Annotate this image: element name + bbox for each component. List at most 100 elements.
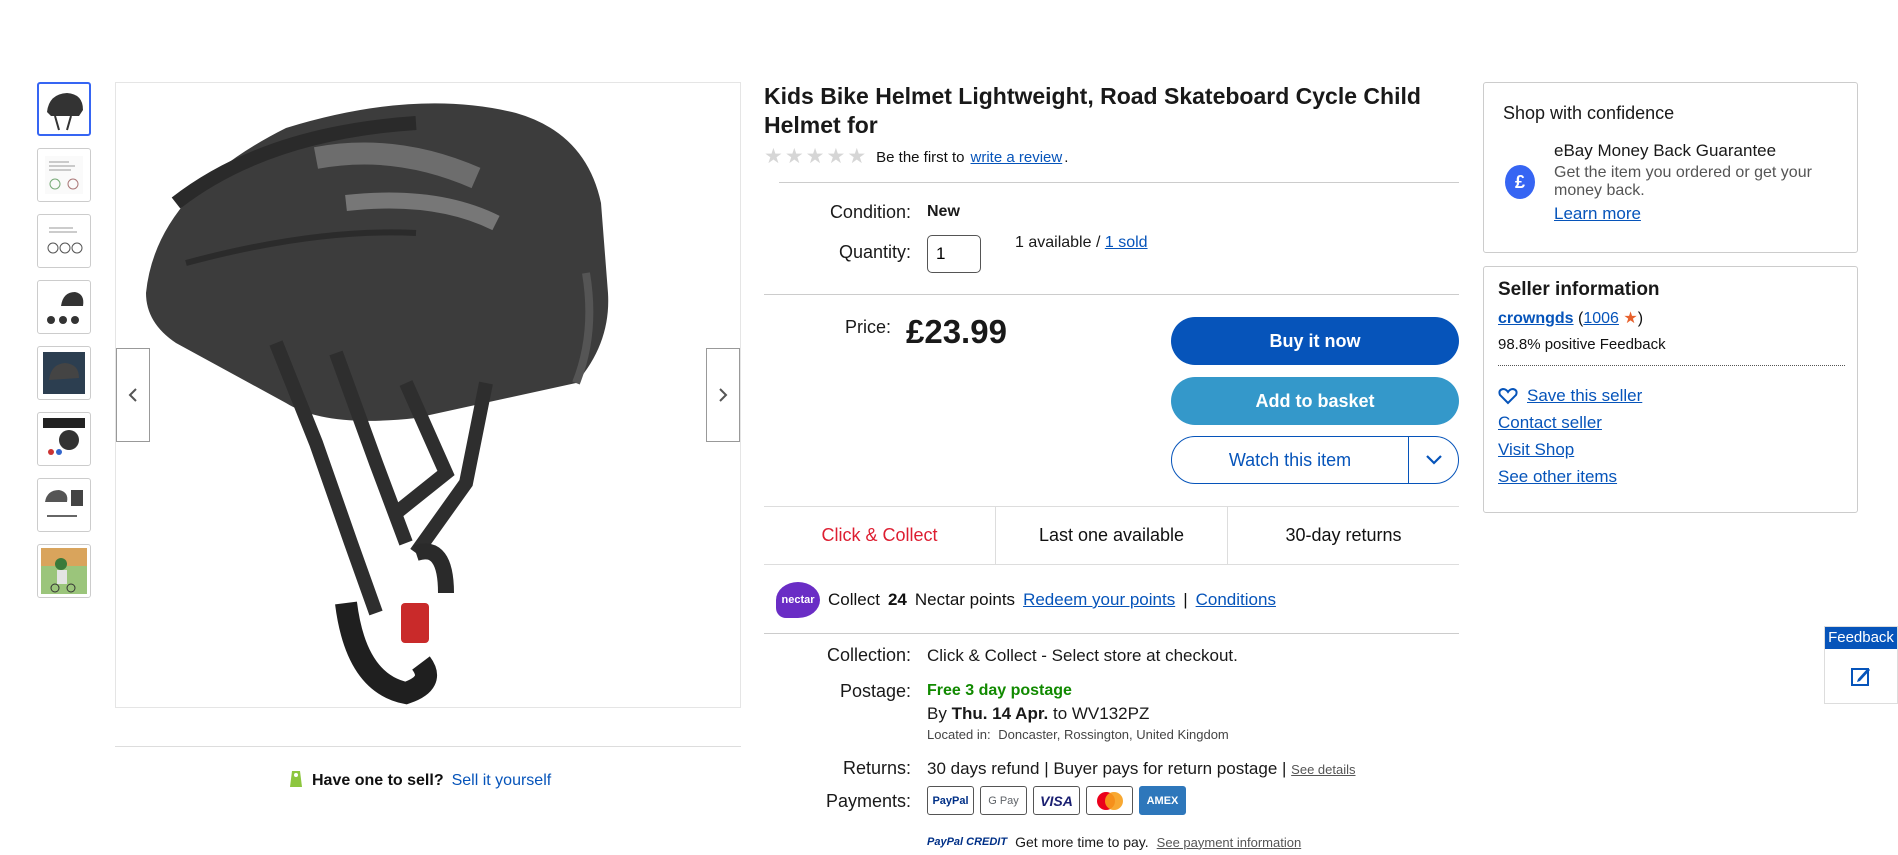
thumbnail[interactable] <box>37 346 91 400</box>
condition-label: Condition: <box>829 202 911 222</box>
feedback-label: Feedback <box>1825 627 1897 649</box>
divider <box>764 633 1459 634</box>
delivery-date: Thu. 14 Apr. <box>951 704 1049 723</box>
page-title: Kids Bike Helmet Lightweight, Road Skate… <box>764 83 1421 138</box>
save-seller-link[interactable]: Save this seller <box>1527 386 1642 406</box>
price-tag-icon <box>288 767 304 794</box>
star-icon: ★ <box>784 145 804 168</box>
review-prefix: Be the first to <box>876 148 965 166</box>
badge-click-collect: Click & Collect <box>764 507 996 564</box>
paypal-credit-logo: PayPal CREDIT <box>927 836 1008 848</box>
price-label: Price: <box>844 317 891 337</box>
star-icon: ★ <box>764 145 783 168</box>
delivery-estimate: By Thu. 14 Apr. to WV132PZ <box>927 704 1149 724</box>
visit-shop-link[interactable]: Visit Shop <box>1498 440 1642 460</box>
main-product-image[interactable] <box>115 82 741 708</box>
review-suffix: . <box>1064 148 1069 166</box>
seller-info-panel: Seller information crowngds (1006 ★) 98.… <box>1483 266 1858 513</box>
rating-row: ★ ★ ★ ★ ★ Be the first to write a review… <box>764 145 1069 168</box>
learn-more-link[interactable]: Learn more <box>1554 204 1641 224</box>
divider <box>1498 365 1845 366</box>
nectar-row: nectar Collect 24 Nectar points Redeem y… <box>776 582 1276 618</box>
thumbnail[interactable] <box>37 412 91 466</box>
nectar-points-suffix: Nectar points <box>914 590 1016 609</box>
next-image-button[interactable] <box>706 348 740 442</box>
feedback-tab[interactable]: Feedback <box>1824 626 1898 704</box>
write-review-link[interactable]: write a review <box>971 149 1063 166</box>
postage-free: Free 3 day postage <box>927 682 1072 699</box>
badge-returns: 30-day returns <box>1285 525 1402 545</box>
see-payment-information-link[interactable]: See payment information <box>1157 835 1302 850</box>
save-seller-row[interactable]: Save this seller <box>1498 386 1642 406</box>
sell-it-yourself-link[interactable]: Sell it yourself <box>452 772 552 790</box>
postage-label: Postage: <box>839 681 911 701</box>
star-icon: ★ <box>826 145 846 168</box>
paypal-icon: PayPal <box>927 786 974 815</box>
thumbnail-strip <box>37 82 93 610</box>
chevron-down-icon <box>1425 455 1442 465</box>
add-to-basket-button[interactable]: Add to basket <box>1171 377 1459 425</box>
thumbnail[interactable] <box>37 478 91 532</box>
watch-options-dropdown[interactable] <box>1409 455 1458 465</box>
divider <box>779 182 1459 183</box>
payment-methods: PayPal G Pay VISA AMEX <box>927 786 1186 815</box>
watch-item-button[interactable]: Watch this item <box>1171 436 1459 484</box>
available-text: 1 available / <box>1015 234 1101 251</box>
nectar-logo: nectar <box>776 582 820 618</box>
collection-label: Collection: <box>826 645 911 665</box>
payments-label: Payments: <box>825 791 911 811</box>
star-icon: ★ <box>847 145 867 168</box>
thumbnail[interactable] <box>37 214 91 268</box>
sell-prompt-text: Have one to sell? <box>312 771 444 789</box>
thumbnail[interactable] <box>37 544 91 598</box>
feedback-body <box>1825 649 1897 703</box>
nectar-points: 24 <box>887 590 907 609</box>
positive-feedback: 98.8% positive Feedback <box>1498 336 1666 353</box>
buy-it-now-button[interactable]: Buy it now <box>1171 317 1459 365</box>
edit-icon <box>1851 668 1870 686</box>
seller-name-row: crowngds (1006 ★) <box>1498 310 1644 327</box>
collection-value: Click & Collect - Select store at checko… <box>927 646 1238 665</box>
delivery-to: to WV132PZ <box>1052 704 1150 723</box>
thumbnail[interactable] <box>37 280 91 334</box>
contact-seller-link[interactable]: Contact seller <box>1498 413 1642 433</box>
seller-heading: Seller information <box>1498 279 1660 300</box>
paypal-credit-row: PayPal CREDIT Get more time to pay. See … <box>927 834 1301 850</box>
confidence-heading: Shop with confidence <box>1503 103 1675 123</box>
highlight-badges: Click & Collect Last one available 30-da… <box>764 506 1459 565</box>
price-value: £23.99 <box>906 313 1007 350</box>
previous-image-button[interactable] <box>116 348 150 442</box>
watch-item-label: Watch this item <box>1228 449 1352 470</box>
seller-links: Save this seller Contact seller Visit Sh… <box>1498 386 1642 494</box>
divider <box>115 746 741 747</box>
badge-last-one: Last one available <box>996 507 1228 564</box>
seller-feedback-link[interactable]: 1006 <box>1583 310 1619 327</box>
availability: 1 available / 1 sold <box>1015 234 1148 252</box>
quantity-input[interactable] <box>927 235 981 273</box>
located-label: Located in: <box>927 727 991 742</box>
thumbnail[interactable] <box>37 82 91 136</box>
separator: | <box>1183 590 1188 609</box>
google-pay-icon: G Pay <box>980 786 1027 815</box>
redeem-points-link[interactable]: Redeem your points <box>1023 590 1175 610</box>
returns-info: 30 days refund | Buyer pays for return p… <box>927 759 1356 779</box>
thumbnail[interactable] <box>37 148 91 202</box>
see-other-items-link[interactable]: See other items <box>1498 467 1642 487</box>
item-location: Located in: Doncaster, Rossington, Unite… <box>927 727 1229 742</box>
located-value: Doncaster, Rossington, United Kingdom <box>998 727 1229 742</box>
shield-icon: £ <box>1505 165 1535 199</box>
nectar-conditions-link[interactable]: Conditions <box>1196 590 1276 610</box>
seller-name-link[interactable]: crowngds <box>1498 310 1574 327</box>
see-details-link[interactable]: See details <box>1291 762 1355 777</box>
returns-value: 30 days refund | Buyer pays for return p… <box>927 759 1287 778</box>
heart-icon <box>1498 387 1518 405</box>
star-icon: ★ <box>805 145 825 168</box>
star-icon: ★ <box>1623 310 1638 327</box>
guarantee-block: eBay Money Back Guarantee Get the item y… <box>1554 141 1844 224</box>
sell-prompt: Have one to sell? Sell it yourself <box>288 767 551 794</box>
sold-link[interactable]: 1 sold <box>1105 234 1148 251</box>
condition-value: New <box>927 203 960 220</box>
nectar-collect: Collect <box>828 590 880 609</box>
guarantee-text: Get the item you ordered or get your mon… <box>1554 164 1812 199</box>
mastercard-icon <box>1086 786 1133 815</box>
